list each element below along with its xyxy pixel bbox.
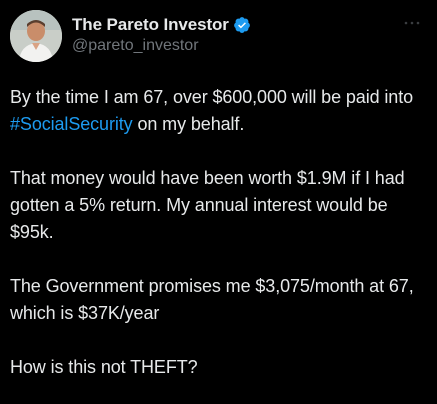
tweet-paragraph-4: How is this not THEFT? xyxy=(10,357,198,377)
tweet-paragraph-2: That money would have been worth $1.9M i… xyxy=(10,168,405,242)
verified-badge-icon xyxy=(233,17,250,33)
tweet-header: The Pareto Investor @pareto_investor xyxy=(10,10,427,62)
author-name-row: The Pareto Investor xyxy=(72,14,251,36)
author-display-name[interactable]: The Pareto Investor xyxy=(72,15,229,35)
tweet-text-segment: By the time I am 67, over $600,000 will … xyxy=(10,87,414,107)
tweet-paragraph-3: The Government promises me $3,075/month … xyxy=(10,276,414,323)
profile-photo-icon xyxy=(10,10,62,62)
tweet-card: The Pareto Investor @pareto_investor By … xyxy=(0,0,437,404)
tweet-text-segment: on my behalf. xyxy=(132,114,245,134)
hashtag-link[interactable]: #SocialSecurity xyxy=(10,114,133,134)
ellipsis-icon[interactable] xyxy=(401,16,423,30)
tweet-text: By the time I am 67, over $600,000 will … xyxy=(10,84,430,381)
author-avatar[interactable] xyxy=(10,10,62,62)
tweet-paragraph-1: By the time I am 67, over $600,000 will … xyxy=(10,84,430,138)
author-handle[interactable]: @pareto_investor xyxy=(72,37,251,55)
author-identity: The Pareto Investor @pareto_investor xyxy=(72,14,251,55)
